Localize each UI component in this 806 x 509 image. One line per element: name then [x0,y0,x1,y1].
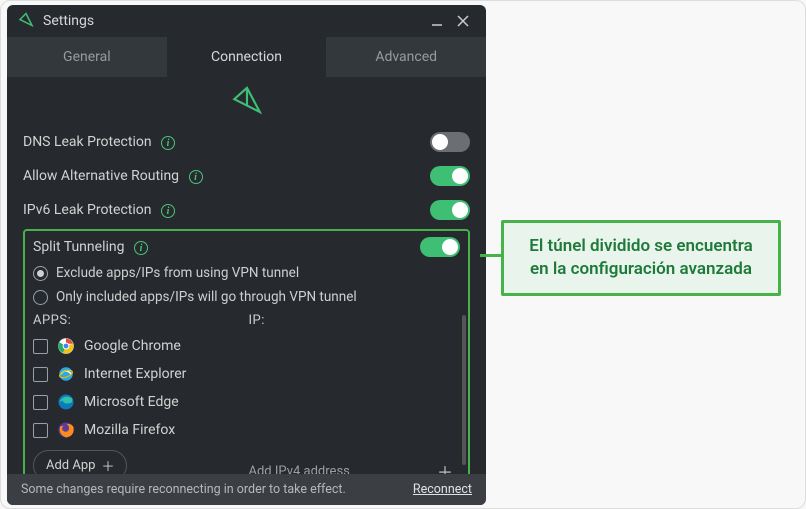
checkbox[interactable] [33,423,48,438]
close-button[interactable] [450,8,476,34]
list-item: Mozilla Firefox [33,416,239,444]
settings-window: Settings General Connection Advanced DNS… [7,5,486,505]
setting-ipv6: IPv6 Leak Protection i [23,193,470,227]
reconnect-link[interactable]: Reconnect [413,482,472,497]
setting-split-tunnel: Split Tunneling i [33,237,460,261]
settings-body: DNS Leak Protection i Allow Alternative … [7,77,486,474]
add-app-label: Add App [46,458,95,473]
tab-advanced[interactable]: Advanced [326,37,486,77]
brand-logo-large [23,83,470,125]
checkbox[interactable] [33,339,48,354]
dns-label: DNS Leak Protection [23,134,152,150]
app-label: Microsoft Edge [84,394,179,410]
callout-text: El túnel dividido se encuentra en la con… [529,236,752,279]
radio-include-label: Only included apps/IPs will go through V… [56,289,357,305]
radio-button-icon [33,266,48,281]
add-app-button[interactable]: Add App ＋ [33,450,127,474]
info-icon[interactable]: i [161,204,175,218]
info-icon[interactable]: i [134,241,148,255]
alt-routing-toggle[interactable] [430,166,470,186]
tab-connection[interactable]: Connection [167,37,327,77]
window-title: Settings [43,13,424,29]
list-item: Internet Explorer [33,360,239,388]
app-label: Mozilla Firefox [84,422,175,438]
footer-bar: Some changes require reconnecting in ord… [7,474,486,505]
ipv6-label: IPv6 Leak Protection [23,202,151,218]
radio-exclude[interactable]: Exclude apps/IPs from using VPN tunnel [33,261,460,285]
callout-box: El túnel dividido se encuentra en la con… [501,220,781,296]
ip-header: IP: [249,313,455,328]
footer-text: Some changes require reconnecting in ord… [21,482,346,497]
app-label: Internet Explorer [84,366,186,382]
tabs: General Connection Advanced [7,37,486,77]
radio-button-icon [33,290,48,305]
edge-icon [57,393,75,411]
apps-column: APPS: Google Chrome Internet Expl [33,313,239,474]
split-tunnel-label: Split Tunneling [33,239,124,255]
titlebar: Settings [7,5,486,37]
dns-toggle[interactable] [430,132,470,152]
add-ip-input[interactable]: Add IPv4 address [249,464,350,475]
ip-column: IP: Add IPv4 address ＋ [249,313,461,474]
alt-routing-label: Allow Alternative Routing [23,168,179,184]
checkbox[interactable] [33,367,48,382]
radio-include[interactable]: Only included apps/IPs will go through V… [33,285,460,309]
split-tunneling-section: Split Tunneling i Exclude apps/IPs from … [23,229,470,474]
list-item: Microsoft Edge [33,388,239,416]
info-icon[interactable]: i [189,170,203,184]
setting-alt-routing: Allow Alternative Routing i [23,159,470,193]
firefox-icon [57,421,75,439]
list-item: Google Chrome [33,332,239,360]
plus-icon: ＋ [101,456,114,474]
add-ip-button[interactable]: ＋ [436,462,454,474]
apps-header: APPS: [33,313,239,328]
tab-general[interactable]: General [7,37,167,77]
radio-exclude-label: Exclude apps/IPs from using VPN tunnel [56,265,299,281]
scrollbar[interactable] [462,315,466,465]
app-label: Google Chrome [84,338,181,354]
minimize-button[interactable] [424,8,450,34]
info-icon[interactable]: i [161,136,175,150]
chrome-icon [57,337,75,355]
split-tunnel-toggle[interactable] [420,237,460,257]
checkbox[interactable] [33,395,48,410]
setting-dns-leak: DNS Leak Protection i [23,125,470,159]
ie-icon [57,365,75,383]
ipv6-toggle[interactable] [430,200,470,220]
app-logo-icon [17,12,35,30]
